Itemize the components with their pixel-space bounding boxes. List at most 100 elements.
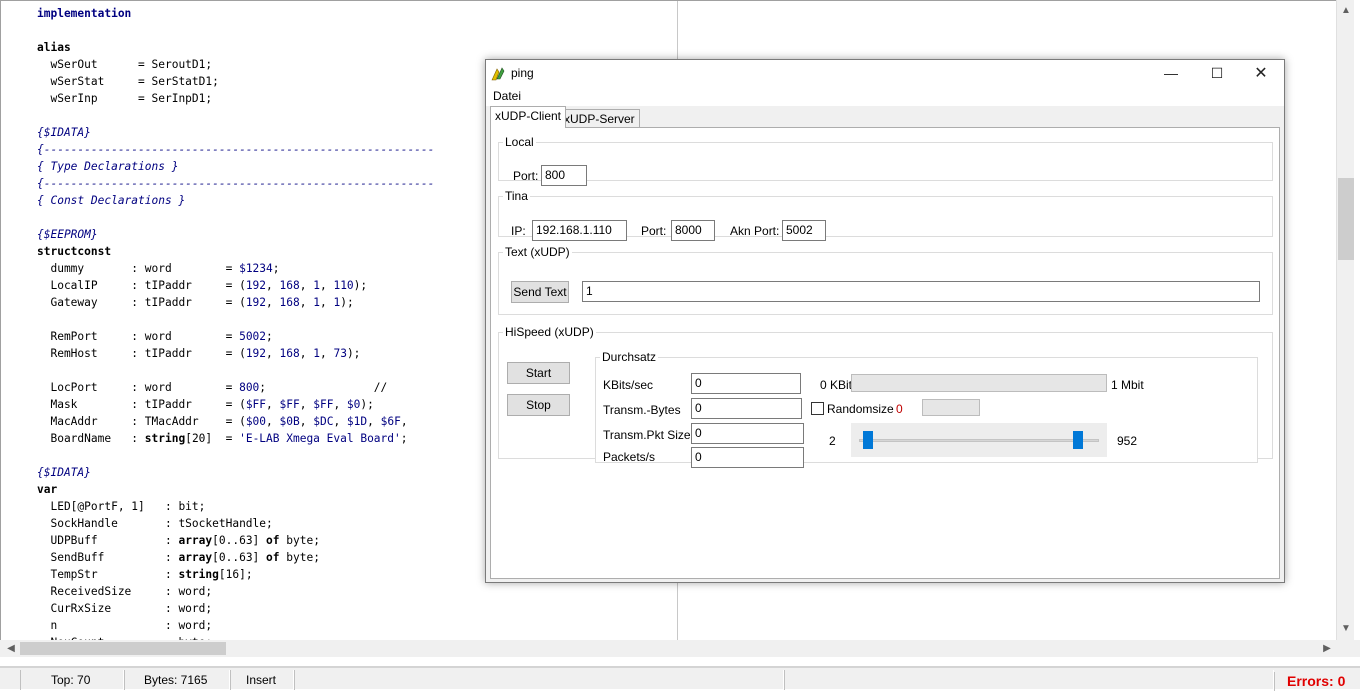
code-token: 800 xyxy=(239,381,260,394)
code-token: MacAddr : TMacAddr = ( xyxy=(37,415,246,428)
code-line[interactable]: {---------------------------------------… xyxy=(37,141,434,158)
code-token: { Type Declarations } xyxy=(37,160,179,173)
code-token: , xyxy=(299,296,314,309)
code-token: TempStr : xyxy=(37,568,179,581)
code-line[interactable]: SendBuff : array[0..63] of byte; xyxy=(37,549,434,566)
tina-ip-input[interactable]: 192.168.1.110 xyxy=(532,220,627,241)
throughput-progress-bar xyxy=(851,374,1107,392)
code-token: 73 xyxy=(333,347,347,360)
code-line[interactable]: LED[@PortF, 1] : bit; xyxy=(37,498,434,515)
code-line[interactable]: {$IDATA} xyxy=(37,464,434,481)
code-line[interactable] xyxy=(37,22,434,39)
code-token: byte; xyxy=(279,551,320,564)
tab-xudp-client[interactable]: xUDP-Client xyxy=(490,106,567,128)
code-line[interactable]: { Const Declarations } xyxy=(37,192,434,209)
code-line[interactable]: CurRxSize : word; xyxy=(37,600,434,617)
code-line[interactable]: MacAddr : TMacAddr = ($00, $0B, $DC, $1D… xyxy=(37,413,434,430)
code-token: wSerInp = SerInpD1; xyxy=(37,92,213,105)
code-token: $1D xyxy=(346,415,368,428)
code-line[interactable] xyxy=(37,209,434,226)
horizontal-scrollbar[interactable]: ◀ ▶ xyxy=(0,640,1336,657)
code-line[interactable] xyxy=(37,311,434,328)
code-line[interactable]: alias xyxy=(37,39,434,56)
slider-max-thumb[interactable] xyxy=(1073,431,1083,449)
menu-datei[interactable]: Datei xyxy=(493,89,521,103)
code-token: , xyxy=(266,415,280,428)
code-line[interactable]: {$EEPROM} xyxy=(37,226,434,243)
code-token: $FF xyxy=(279,398,300,411)
code-line[interactable]: SockHandle : tSocketHandle; xyxy=(37,515,434,532)
maximize-icon[interactable]: ☐ xyxy=(1194,60,1240,88)
dialog-titlebar[interactable]: ping — ☐ ✕ xyxy=(486,60,1284,88)
scroll-down-icon[interactable]: ▼ xyxy=(1337,620,1355,638)
tab-page-client: Local Port: 800 Tina IP: 192.168.1.110 P… xyxy=(490,127,1280,579)
code-line[interactable]: { Type Declarations } xyxy=(37,158,434,175)
packet-size-slider[interactable] xyxy=(851,423,1107,457)
transm-pkt-size-input[interactable]: 0 xyxy=(691,423,804,444)
horizontal-scroll-thumb[interactable] xyxy=(20,642,226,655)
code-token: LocPort : word = xyxy=(37,381,240,394)
code-line[interactable]: LocalIP : tIPaddr = (192, 168, 1, 110); xyxy=(37,277,434,294)
code-line[interactable] xyxy=(37,447,434,464)
local-port-label: Port: xyxy=(513,169,539,183)
code-line[interactable]: RemPort : word = 5002; xyxy=(37,328,434,345)
randomsize-checkbox[interactable] xyxy=(811,402,824,415)
code-token: 192 xyxy=(245,296,267,309)
packets-per-sec-input[interactable]: 0 xyxy=(691,447,804,468)
status-errors: Errors: 0 xyxy=(1274,672,1360,691)
code-token: ; xyxy=(400,432,408,445)
scroll-right-icon[interactable]: ▶ xyxy=(1318,640,1336,657)
code-line[interactable]: ReceivedSize : word; xyxy=(37,583,434,600)
code-token: ); xyxy=(353,279,368,292)
code-line[interactable] xyxy=(37,362,434,379)
tina-port-input[interactable]: 8000 xyxy=(671,220,715,241)
code-token: $0 xyxy=(346,398,361,411)
code-line[interactable]: Gateway : tIPaddr = (192, 168, 1, 1); xyxy=(37,294,434,311)
code-line[interactable]: BoardName : string[20] = 'E-LAB Xmega Ev… xyxy=(37,430,434,447)
kbits-input[interactable]: 0 xyxy=(691,373,801,394)
close-icon[interactable]: ✕ xyxy=(1238,60,1284,88)
code-line[interactable]: TempStr : string[16]; xyxy=(37,566,434,583)
code-token: ; xyxy=(272,262,280,275)
code-token: dummy : word = xyxy=(37,262,240,275)
code-line[interactable]: n : word; xyxy=(37,617,434,634)
vertical-scrollbar[interactable]: ▲ ▼ xyxy=(1336,0,1354,640)
code-line[interactable]: dummy : word = $1234; xyxy=(37,260,434,277)
code-line[interactable]: UDPBuff : array[0..63] of byte; xyxy=(37,532,434,549)
code-token: [16]; xyxy=(218,568,253,581)
code-token: of xyxy=(266,534,280,547)
code-line[interactable]: implementation xyxy=(37,5,434,22)
code-line[interactable]: var xyxy=(37,481,434,498)
code-token: $FF xyxy=(245,398,267,411)
code-token: $1234 xyxy=(239,262,273,275)
code-token: {$EEPROM} xyxy=(37,228,98,241)
code-line[interactable] xyxy=(37,107,434,124)
code-token: ; xyxy=(266,330,273,343)
start-button[interactable]: Start xyxy=(507,362,570,384)
code-line[interactable]: structconst xyxy=(37,243,434,260)
code-token: ); xyxy=(360,398,374,411)
code-line[interactable]: RemHost : tIPaddr = (192, 168, 1, 73); xyxy=(37,345,434,362)
scroll-left-icon[interactable]: ◀ xyxy=(2,640,20,657)
app-icon xyxy=(491,67,505,81)
code-line[interactable]: {$IDATA} xyxy=(37,124,434,141)
code-line[interactable]: wSerInp = SerInpD1; xyxy=(37,90,434,107)
slider-min-thumb[interactable] xyxy=(863,431,873,449)
stop-button[interactable]: Stop xyxy=(507,394,570,416)
send-text-button[interactable]: Send Text xyxy=(511,281,569,303)
code-line[interactable]: Mask : tIPaddr = ($FF, $FF, $FF, $0); xyxy=(37,396,434,413)
vertical-scroll-thumb[interactable] xyxy=(1338,178,1354,260)
text-input[interactable]: 1 xyxy=(582,281,1260,302)
tab-xudp-server[interactable]: xUDP-Server xyxy=(559,109,640,129)
tina-akn-port-input[interactable]: 5002 xyxy=(782,220,826,241)
scroll-up-icon[interactable]: ▲ xyxy=(1337,2,1355,20)
code-line[interactable]: LocPort : word = 800; // xyxy=(37,379,434,396)
local-port-input[interactable]: 800 xyxy=(541,165,587,186)
code-line[interactable]: wSerStat = SerStatD1; xyxy=(37,73,434,90)
code-text[interactable]: implementation alias wSerOut = SeroutD1;… xyxy=(37,5,434,640)
code-line[interactable]: {---------------------------------------… xyxy=(37,175,434,192)
transm-bytes-input[interactable]: 0 xyxy=(691,398,802,419)
code-token: wSerOut = SeroutD1; xyxy=(37,58,213,71)
code-line[interactable]: wSerOut = SeroutD1; xyxy=(37,56,434,73)
minimize-icon[interactable]: — xyxy=(1148,60,1194,88)
